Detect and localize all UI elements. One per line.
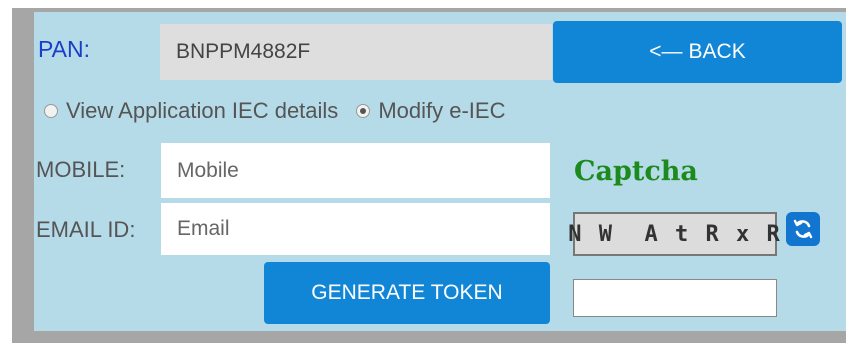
back-button-label: BACK	[688, 40, 746, 63]
view-mode-options: View Application IEC details Modify e-IE…	[44, 98, 523, 124]
captcha-image: N W A t R x R	[568, 212, 780, 256]
back-button[interactable]: <— BACK	[553, 21, 842, 83]
option-modify-eiec[interactable]: Modify e-IEC	[356, 98, 505, 124]
generate-token-label: GENERATE TOKEN	[311, 281, 503, 304]
pan-field: BNPPM4882F	[160, 24, 552, 80]
radio-modify-eiec[interactable]	[356, 104, 371, 118]
radio-view-application[interactable]	[44, 104, 58, 118]
refresh-glyph	[793, 219, 813, 239]
option-view-application[interactable]: View Application IEC details	[44, 98, 338, 124]
captcha-title: Captcha	[574, 156, 698, 187]
pan-label: PAN:	[38, 36, 90, 62]
mobile-label: MOBILE:	[36, 157, 126, 182]
option-modify-eiec-label: Modify e-IEC	[378, 98, 506, 123]
refresh-icon[interactable]	[786, 212, 820, 246]
mobile-input[interactable]	[161, 143, 550, 198]
generate-token-button[interactable]: GENERATE TOKEN	[264, 262, 550, 324]
email-input[interactable]	[161, 203, 550, 255]
email-label: EMAIL ID:	[36, 217, 136, 242]
captcha-input[interactable]	[573, 279, 777, 317]
option-view-application-label: View Application IEC details	[66, 98, 339, 123]
back-arrow-icon: <—	[649, 40, 683, 63]
